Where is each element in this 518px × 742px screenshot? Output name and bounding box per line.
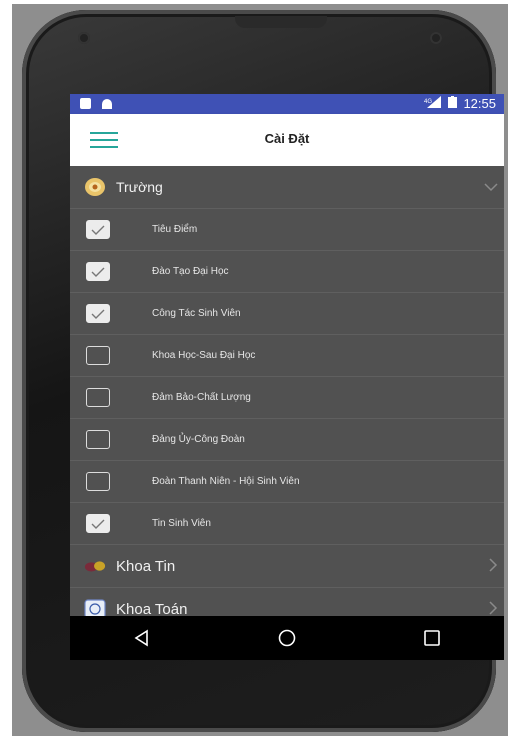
checkbox-checked[interactable] bbox=[86, 304, 110, 323]
faculty-it-logo-icon bbox=[84, 556, 106, 576]
list-item-label: Đảm Bảo-Chất Lượng bbox=[152, 392, 251, 403]
list-item[interactable]: Đào Tạo Đại Học bbox=[70, 251, 504, 293]
checkbox-unchecked[interactable] bbox=[86, 388, 110, 407]
back-icon[interactable] bbox=[122, 623, 162, 653]
list-item[interactable]: Khoa Học-Sau Đại Học bbox=[70, 335, 504, 377]
list-item-label: Đảng Ủy-Công Đoàn bbox=[152, 434, 245, 445]
phone-frame: 4G 12:55 Cài Đặt Trường Tiêu Điểm Đào Tạ… bbox=[22, 10, 504, 732]
signal-icon: 4G bbox=[424, 96, 442, 111]
list-item[interactable]: Đảng Ủy-Công Đoàn bbox=[70, 419, 504, 461]
settings-list: Trường Tiêu Điểm Đào Tạo Đại Học Công Tá… bbox=[70, 166, 504, 616]
list-item[interactable]: Tin Sinh Viên bbox=[70, 503, 504, 545]
school-logo-icon bbox=[84, 177, 106, 197]
recents-icon[interactable] bbox=[412, 623, 452, 653]
list-item-label: Đoàn Thanh Niên - Hội Sinh Viên bbox=[152, 476, 300, 487]
svg-text:4G: 4G bbox=[424, 99, 432, 105]
phone-screen: 4G 12:55 Cài Đặt Trường Tiêu Điểm Đào Tạ… bbox=[70, 94, 504, 660]
group-khoa-tin[interactable]: Khoa Tin bbox=[70, 545, 504, 588]
checkbox-checked[interactable] bbox=[86, 514, 110, 533]
status-bar: 4G 12:55 bbox=[70, 94, 504, 114]
group-label: Khoa Toán bbox=[116, 600, 188, 617]
chevron-down-icon bbox=[484, 179, 498, 195]
notification-icon bbox=[80, 98, 91, 109]
navigation-bar bbox=[70, 616, 504, 660]
chevron-right-icon bbox=[488, 558, 498, 575]
list-item-label: Tin Sinh Viên bbox=[152, 518, 211, 529]
front-camera bbox=[430, 32, 442, 44]
android-icon bbox=[101, 98, 113, 113]
group-truong[interactable]: Trường bbox=[70, 166, 504, 209]
earpiece-speaker bbox=[235, 16, 327, 28]
clock: 12:55 bbox=[463, 96, 496, 111]
proximity-sensor bbox=[78, 32, 90, 44]
group-label: Khoa Tin bbox=[116, 557, 176, 575]
chevron-right-icon bbox=[488, 601, 498, 616]
list-item-label: Đào Tạo Đại Học bbox=[152, 266, 229, 277]
app-bar: Cài Đặt bbox=[70, 114, 504, 166]
checkbox-checked[interactable] bbox=[86, 262, 110, 281]
checkbox-unchecked[interactable] bbox=[86, 430, 110, 449]
group-khoa-toan[interactable]: Khoa Toán bbox=[70, 588, 504, 616]
checkbox-unchecked[interactable] bbox=[86, 472, 110, 491]
list-item[interactable]: Đoàn Thanh Niên - Hội Sinh Viên bbox=[70, 461, 504, 503]
checkbox-checked[interactable] bbox=[86, 220, 110, 239]
battery-icon bbox=[448, 96, 458, 111]
faculty-math-logo-icon bbox=[84, 599, 106, 616]
list-item[interactable]: Tiêu Điểm bbox=[70, 209, 504, 251]
list-item-label: Công Tác Sinh Viên bbox=[152, 308, 241, 319]
list-item-label: Tiêu Điểm bbox=[152, 224, 198, 235]
list-item[interactable]: Đảm Bảo-Chất Lượng bbox=[70, 377, 504, 419]
list-item[interactable]: Công Tác Sinh Viên bbox=[70, 293, 504, 335]
list-item-label: Khoa Học-Sau Đại Học bbox=[152, 350, 256, 361]
page-title: Cài Đặt bbox=[264, 131, 310, 146]
home-icon[interactable] bbox=[267, 623, 307, 653]
checkbox-unchecked[interactable] bbox=[86, 346, 110, 365]
group-label: Trường bbox=[116, 179, 163, 195]
